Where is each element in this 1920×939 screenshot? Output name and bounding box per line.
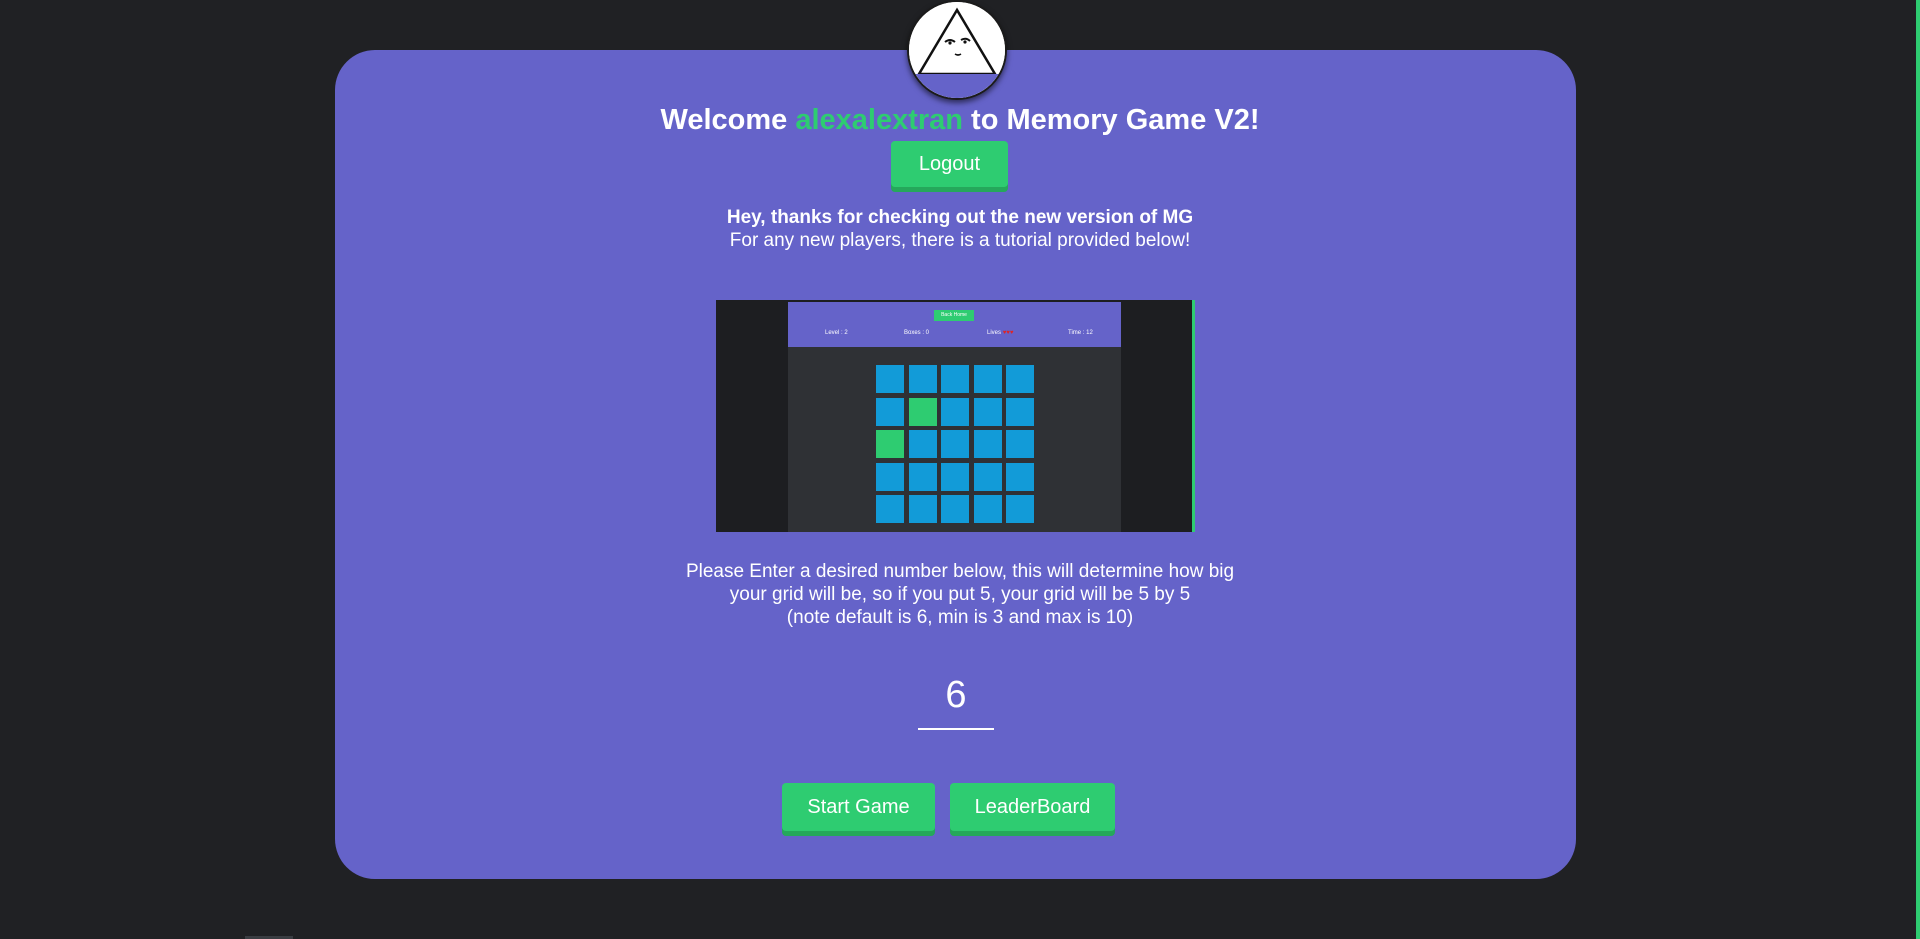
instructions-text: Please Enter a desired number below, thi… (0, 560, 1920, 629)
username: alexalextran (795, 104, 963, 136)
tutorial-tile (876, 397, 904, 426)
tutorial-tile (973, 397, 1002, 426)
tutorial-tile (908, 430, 937, 458)
tutorial-tile (973, 462, 1002, 491)
page-title: Welcome alexalextran to Memory Game V2! (0, 104, 1920, 137)
logout-button[interactable]: Logout (891, 141, 1008, 187)
tutorial-tile (908, 462, 937, 491)
start-game-button[interactable]: Start Game (782, 783, 935, 831)
tutorial-level: Level : 2 (825, 330, 848, 336)
tutorial-tile (973, 430, 1002, 458)
avatar (907, 0, 1007, 100)
tutorial-tile (1006, 430, 1034, 458)
intro-text: Hey, thanks for checking out the new ver… (0, 206, 1920, 252)
instructions-line-3: (note default is 6, min is 3 and max is … (786, 607, 1134, 628)
tutorial-tile (941, 365, 969, 393)
tutorial-tile (908, 495, 937, 523)
tutorial-tile (941, 462, 969, 491)
intro-subtext: For any new players, there is a tutorial… (729, 230, 1191, 251)
instructions-line-1: Please Enter a desired number below, thi… (685, 561, 1235, 582)
tutorial-tile (1006, 462, 1034, 491)
tutorial-game-frame: Back Home Level : 2 Boxes : 0 Lives ♥♥♥ … (788, 302, 1121, 532)
tutorial-tile (876, 462, 904, 491)
tutorial-tile (1006, 495, 1034, 523)
tutorial-tile (941, 495, 969, 523)
tutorial-tile (973, 495, 1002, 523)
tutorial-boxes: Boxes : 0 (904, 330, 930, 336)
tutorial-tile (908, 397, 937, 426)
tutorial-time: Time : 12 (1068, 330, 1093, 336)
heart-icon: ♥♥♥ (1002, 330, 1014, 336)
tutorial-tile (876, 495, 904, 523)
tutorial-tile (1006, 365, 1034, 393)
tutorial-tile (876, 430, 904, 458)
triangle-face-icon (909, 2, 1005, 98)
tutorial-video[interactable]: Back Home Level : 2 Boxes : 0 Lives ♥♥♥ … (716, 300, 1195, 532)
tutorial-tile (973, 365, 1002, 393)
tutorial-tile (941, 430, 969, 458)
tutorial-game-header: Back Home Level : 2 Boxes : 0 Lives ♥♥♥ … (788, 302, 1121, 347)
leaderboard-button[interactable]: LeaderBoard (950, 783, 1115, 831)
tutorial-back-home-button: Back Home (934, 310, 974, 321)
grid-size-input[interactable] (918, 662, 994, 730)
instructions-line-2: your grid will be, so if you put 5, your… (729, 584, 1191, 605)
welcome-suffix: to Memory Game V2! (963, 104, 1260, 136)
tutorial-tile (876, 365, 904, 393)
welcome-prefix: Welcome (660, 104, 796, 136)
video-edge (1192, 300, 1195, 532)
scrollbar-accent (1916, 0, 1920, 939)
intro-heading: Hey, thanks for checking out the new ver… (726, 207, 1194, 228)
tutorial-tile (1006, 397, 1034, 426)
tutorial-lives: Lives ♥♥♥ (987, 330, 1014, 336)
tutorial-tile (941, 397, 969, 426)
tutorial-tile (908, 365, 937, 393)
